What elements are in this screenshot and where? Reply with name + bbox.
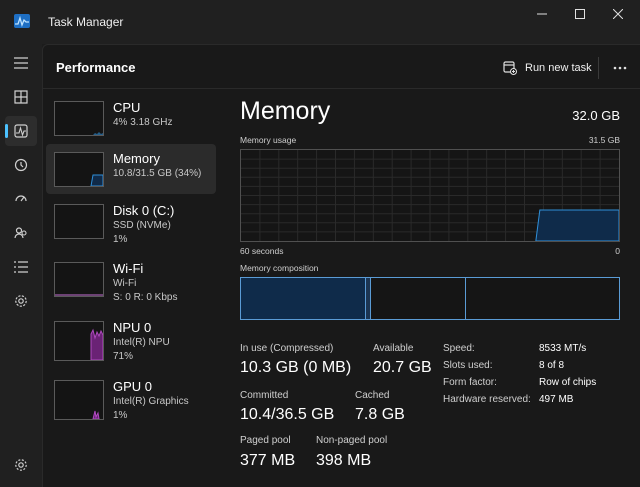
available-label: Available [373,343,414,354]
cached-label: Cached [355,390,390,401]
time-span-label: 60 seconds [240,246,284,256]
services-icon [15,295,27,307]
hardware-reserved-value: 497 MB [539,394,574,405]
speed-label: Speed: [443,343,475,354]
resource-name: Wi-Fi [113,261,144,276]
page-header: Performance Run new task [43,45,640,89]
resource-name: GPU 0 [113,379,153,394]
committed-value: 10.4/36.5 GB [240,406,335,423]
paged-pool-value: 377 MB [240,452,296,469]
resource-throughput: S: 0 R: 0 Kbps [113,292,178,303]
resource-name: Disk 0 (C:) [113,203,175,218]
usage-graph-max: 31.5 GB [588,135,620,145]
composition-segment-free [465,278,619,319]
memory-detail-panel: Memory 32.0 GB Memory usage 31.5 GB 60 s… [240,97,624,482]
resource-name: Memory [113,151,160,166]
main-pane: Performance Run new task CPU 4% 3.18 GHz… [42,44,640,487]
nav-users[interactable] [5,218,37,248]
time-end-label: 0 [615,246,620,256]
resource-graph-thumbnail [54,262,104,297]
page-title: Performance [56,60,136,75]
resource-name: NPU 0 [113,320,152,335]
window-title: Task Manager [48,15,124,29]
paged-pool-label: Paged pool [240,435,291,446]
close-icon [613,9,623,19]
resource-detail: Intel(R) NPU [113,337,170,348]
nav-performance[interactable] [5,116,37,146]
form-factor-label: Form factor: [443,377,497,388]
in-use-label: In use (Compressed) [240,343,334,354]
resource-detail: SSD (NVMe) [113,220,171,231]
more-options-icon [613,66,627,70]
memory-composition-bar [240,277,620,320]
close-button[interactable] [596,0,640,28]
resource-memory[interactable]: Memory 10.8/31.5 GB (34%) [46,144,216,194]
navigation-rail [0,44,42,487]
in-use-value: 10.3 GB (0 MB) [240,359,352,376]
nav-app-history[interactable] [5,150,37,180]
run-new-task-button[interactable]: Run new task [503,57,592,79]
nav-services[interactable] [5,286,37,316]
form-factor-value: Row of chips [539,377,597,388]
committed-label: Committed [240,390,289,401]
resource-usage: 71% [113,351,134,362]
run-new-task-label: Run new task [525,62,592,74]
slots-used-value: 8 of 8 [539,360,565,371]
nav-menu-button[interactable] [5,48,37,78]
speed-value: 8533 MT/s [539,343,587,354]
resource-usage: 1% [113,410,128,421]
memory-usage-graph [240,149,620,242]
composition-label: Memory composition [240,263,319,273]
memory-usage-chart [241,150,620,242]
resource-graph-thumbnail [54,380,104,420]
resource-disk[interactable]: Disk 0 (C:) SSD (NVMe) 1% [46,201,216,251]
resource-detail: Intel(R) Graphics [113,396,189,407]
more-options-button[interactable] [609,57,631,79]
hardware-reserved-label: Hardware reserved: [443,394,531,405]
slots-used-label: Slots used: [443,360,493,371]
resource-detail: 10.8/31.5 GB (34%) [113,168,202,179]
resource-detail: Wi-Fi [113,278,137,289]
memory-usage-area [535,209,620,242]
resource-name: CPU [113,100,141,115]
minimize-icon [537,13,547,15]
nav-details[interactable] [5,252,37,282]
details-icon [14,261,28,273]
startup-apps-icon [15,195,27,202]
resource-graph-thumbnail [54,204,104,239]
resource-gpu[interactable]: GPU 0 Intel(R) Graphics 1% [46,377,216,427]
usage-graph-label: Memory usage [240,135,297,145]
resource-graph-thumbnail [54,321,104,361]
app-history-icon [14,158,28,172]
composition-segment-in-use [241,278,366,319]
resource-npu[interactable]: NPU 0 Intel(R) NPU 71% [46,318,216,368]
run-new-task-icon [503,61,517,75]
title-bar[interactable]: Task Manager [0,0,640,44]
resource-graph-thumbnail [54,152,104,187]
resource-graph-thumbnail [54,101,104,136]
resource-detail: 4% 3.18 GHz [113,117,173,128]
resource-usage: 1% [113,234,128,245]
header-divider [598,57,599,79]
settings-icon [15,459,27,471]
detail-title: Memory [240,97,331,125]
users-icon [14,227,27,239]
nav-settings[interactable] [5,450,37,480]
non-paged-pool-label: Non-paged pool [316,435,388,446]
processes-icon [14,90,28,104]
nav-startup-apps[interactable] [5,184,37,214]
memory-total: 32.0 GB [572,108,620,123]
available-value: 20.7 GB [373,359,432,376]
non-paged-pool-value: 398 MB [316,452,372,469]
hamburger-menu-icon [14,57,28,69]
resource-wifi[interactable]: Wi-Fi Wi-Fi S: 0 R: 0 Kbps [46,259,216,309]
resource-cpu[interactable]: CPU 4% 3.18 GHz [46,98,216,148]
composition-segment-standby [371,278,466,319]
cached-value: 7.8 GB [355,406,405,423]
nav-processes[interactable] [5,82,37,112]
maximize-icon [575,9,585,19]
task-manager-icon [14,14,30,28]
performance-icon [14,124,28,138]
